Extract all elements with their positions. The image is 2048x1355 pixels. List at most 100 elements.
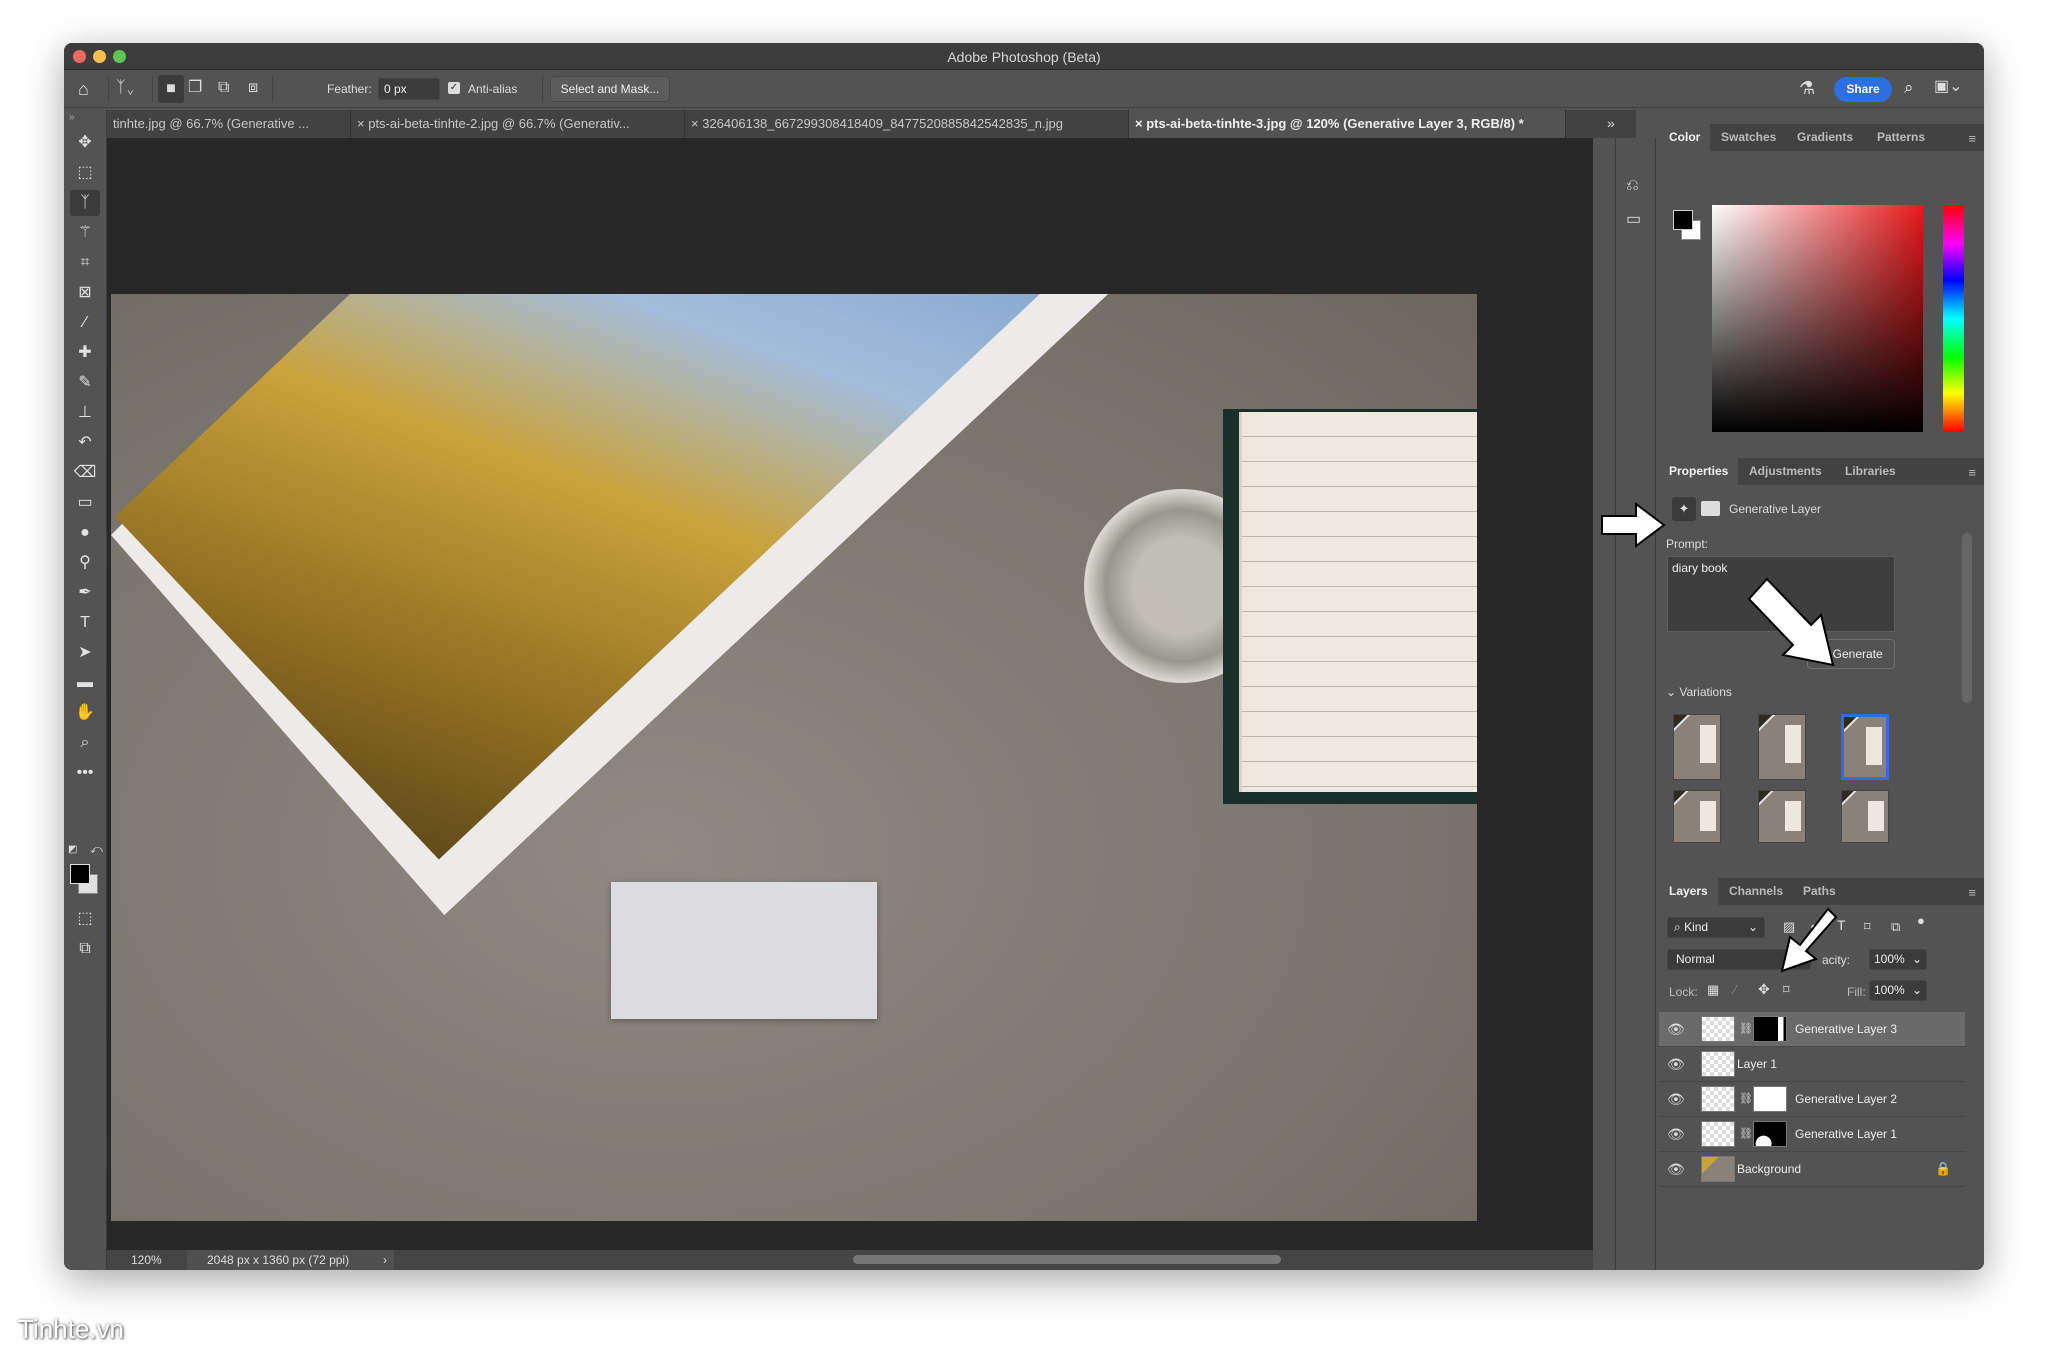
lock-transparent-icon[interactable]: ▦ [1707, 983, 1719, 996]
visibility-eye-icon[interactable]: 👁 [1667, 1091, 1685, 1108]
layer-row[interactable]: 👁 Background 🔒 [1659, 1152, 1965, 1187]
marquee-icon[interactable]: ⬚ [70, 160, 100, 186]
layer-row[interactable]: 👁 ⛓ Generative Layer 2 [1659, 1082, 1965, 1117]
tab-swatches[interactable]: Swatches [1711, 124, 1786, 151]
crop-icon[interactable]: ⌗ [70, 250, 100, 276]
tab-paths[interactable]: Paths [1793, 878, 1846, 905]
blur-icon[interactable]: ● [70, 520, 100, 546]
panel-menu-icon[interactable]: ≡ [1968, 131, 1976, 146]
eyedropper-icon[interactable]: ⁄ [70, 310, 100, 336]
tab-gradients[interactable]: Gradients [1787, 124, 1863, 151]
variation-thumbnail-selected[interactable] [1841, 714, 1889, 780]
close-tab-icon[interactable]: × [691, 116, 702, 131]
more-tabs-icon[interactable]: » [1607, 115, 1615, 131]
hand-icon[interactable]: ✋ [70, 700, 100, 726]
document-info[interactable]: 2048 px x 1360 px (72 ppi) [207, 1253, 349, 1267]
tab-layers[interactable]: Layers [1659, 878, 1718, 905]
stamp-icon[interactable]: ⊥ [70, 400, 100, 426]
tab-channels[interactable]: Channels [1719, 878, 1793, 905]
history-icon[interactable]: ⎌ [1626, 178, 1639, 194]
subtract-selection-icon[interactable]: ⧉ [218, 80, 229, 96]
tab-patterns[interactable]: Patterns [1867, 124, 1935, 151]
variations-header[interactable]: ⌄ Variations [1666, 685, 1732, 699]
mask-link-icon[interactable]: ⛓ [1739, 1022, 1753, 1035]
history-brush-icon[interactable]: ↶ [70, 430, 100, 456]
frame-icon[interactable]: ⊠ [70, 280, 100, 306]
tab-adjustments[interactable]: Adjustments [1739, 458, 1832, 485]
fill-input[interactable]: 100% ⌄ [1869, 980, 1927, 1001]
layer-row[interactable]: 👁 Layer 1 [1659, 1047, 1965, 1082]
zoom-icon[interactable]: ⌕ [70, 730, 100, 756]
tab-libraries[interactable]: Libraries [1835, 458, 1906, 485]
document-image[interactable] [111, 294, 1477, 1221]
lock-icon[interactable]: 🔒 [1935, 1161, 1951, 1177]
workspace-icon[interactable]: ▣⌄ [1934, 79, 1963, 95]
opacity-input[interactable]: 100% ⌄ [1869, 949, 1927, 970]
doc-tab[interactable]: × 326406138_667299308418409_847752088584… [685, 110, 1129, 138]
properties-scrollbar[interactable] [1962, 533, 1972, 703]
layer-mask-thumbnail[interactable] [1753, 1121, 1787, 1147]
status-menu-icon[interactable]: › [383, 1253, 387, 1267]
screen-mode-icon[interactable]: ⧉ [70, 936, 100, 962]
share-button[interactable]: Share [1834, 77, 1892, 102]
variation-thumbnail[interactable] [1758, 714, 1806, 780]
close-tab-icon[interactable]: × [357, 116, 368, 131]
eraser-icon[interactable]: ⌫ [70, 460, 100, 486]
variation-thumbnail[interactable] [1841, 790, 1889, 843]
color-field[interactable] [1712, 205, 1923, 432]
visibility-eye-icon[interactable]: 👁 [1667, 1021, 1685, 1038]
color-foreground-swatch[interactable] [1673, 210, 1693, 230]
lock-position-icon[interactable]: ✥ [1758, 982, 1770, 996]
filter-shape-icon[interactable]: ⌑ [1864, 920, 1871, 933]
brush-icon[interactable]: ✎ [70, 370, 100, 396]
dodge-icon[interactable]: ⚲ [70, 550, 100, 576]
beta-flask-icon[interactable]: ⚗ [1799, 79, 1815, 97]
visibility-eye-icon[interactable]: 👁 [1667, 1161, 1685, 1178]
hue-slider[interactable] [1943, 205, 1964, 432]
lasso-icon[interactable]: ᛉ [70, 190, 100, 216]
tab-color[interactable]: Color [1659, 124, 1711, 151]
swap-colors-icon[interactable]: ⤺ [90, 842, 103, 857]
path-select-icon[interactable]: ➤ [70, 640, 100, 666]
layer-mask-thumbnail[interactable] [1753, 1016, 1787, 1042]
lock-artboard-icon[interactable]: ⌑ [1783, 983, 1790, 996]
filter-toggle[interactable]: ● [1917, 914, 1925, 927]
comments-icon[interactable]: ▭ [1626, 212, 1641, 228]
doc-tab[interactable]: tinhte.jpg @ 66.7% (Generative ... [107, 110, 351, 138]
collapse-icon[interactable]: » [69, 112, 75, 123]
type-icon[interactable]: T [70, 610, 100, 636]
panel-menu-icon[interactable]: ≡ [1968, 465, 1976, 480]
layer-mask-thumbnail[interactable] [1753, 1086, 1787, 1112]
quick-mask-icon[interactable]: ⬚ [70, 906, 100, 932]
tab-properties[interactable]: Properties [1659, 458, 1739, 485]
mask-icon[interactable] [1701, 501, 1720, 516]
select-and-mask-button[interactable]: Select and Mask... [550, 76, 670, 102]
layer-row[interactable]: 👁 ⛓ Generative Layer 1 [1659, 1117, 1965, 1152]
canvas-area[interactable] [107, 138, 1670, 1250]
intersect-selection-icon[interactable]: ⧈ [248, 80, 258, 96]
add-selection-icon[interactable]: ❐ [188, 80, 202, 96]
filter-smart-object-icon[interactable]: ⧉ [1891, 920, 1900, 933]
horizontal-scrollbar[interactable] [853, 1255, 1281, 1264]
layer-filter-select[interactable]: ⌕ Kind ⌄ [1667, 917, 1765, 938]
visibility-eye-icon[interactable]: 👁 [1667, 1056, 1685, 1073]
rectangle-icon[interactable]: ▬ [70, 670, 100, 696]
pen-icon[interactable]: ✒ [70, 580, 100, 606]
filter-type-icon[interactable]: T [1837, 918, 1846, 932]
search-icon[interactable]: ⌕ [1904, 79, 1914, 96]
feather-input[interactable]: 0 px [378, 78, 440, 100]
healing-icon[interactable]: ✚ [70, 340, 100, 366]
panel-menu-icon[interactable]: ≡ [1968, 885, 1976, 900]
doc-tab[interactable]: × pts-ai-beta-tinhte-2.jpg @ 66.7% (Gene… [351, 110, 685, 138]
more-icon[interactable]: ••• [70, 760, 100, 786]
layer-row[interactable]: 👁 ⛓ Generative Layer 3 [1659, 1012, 1965, 1047]
close-tab-icon[interactable]: × [1135, 116, 1146, 131]
home-icon[interactable]: ⌂ [78, 80, 89, 98]
default-colors-icon[interactable]: ◩ [68, 844, 77, 855]
gradient-icon[interactable]: ▭ [70, 490, 100, 516]
variation-thumbnail[interactable] [1758, 790, 1806, 843]
new-selection-icon[interactable]: ■ [158, 75, 184, 103]
anti-alias-checkbox[interactable]: ✓ [448, 82, 460, 94]
lock-paint-icon[interactable]: ⁄ [1734, 983, 1736, 996]
variation-thumbnail[interactable] [1673, 714, 1721, 780]
